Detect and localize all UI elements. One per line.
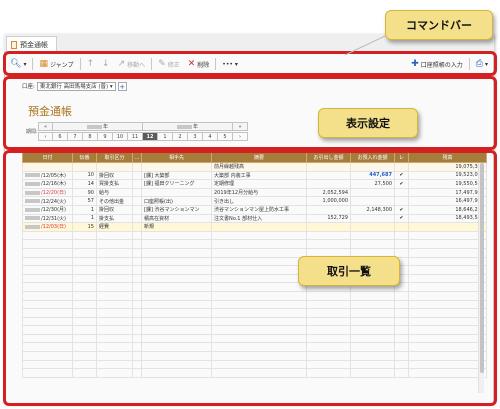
callout-command-bar: コマンドバー: [385, 10, 493, 40]
callout-transactions: 取引一覧: [298, 256, 400, 286]
callout-display-settings: 表示設定: [318, 108, 418, 138]
screen: 預金通帳 🔍︎ ▾ ▦ ジャンプ ↑ ↓ ↗ 移動へ ✎ 修正 ✕ 削除 •••…: [0, 0, 500, 409]
callout-connector: [344, 35, 386, 56]
